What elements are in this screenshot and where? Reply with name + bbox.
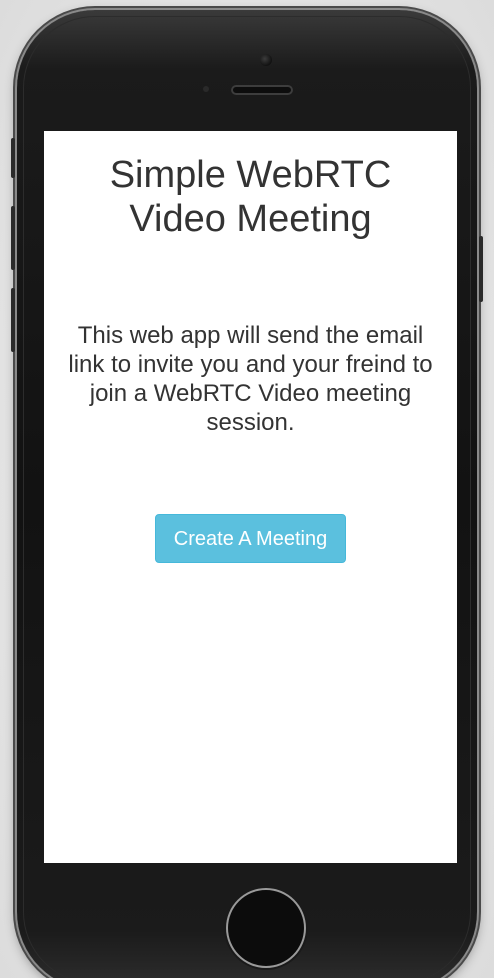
create-meeting-button[interactable]: Create A Meeting [154,514,347,563]
front-camera-icon [260,54,272,66]
page-description: This web app will send the email link to… [68,322,433,436]
background: Simple WebRTC Video Meeting This web app… [0,0,494,978]
volume-down-button [11,288,15,352]
home-button-icon[interactable] [228,890,304,966]
earpiece-speaker-icon [231,85,293,95]
proximity-sensor-icon [203,86,209,92]
volume-up-button [11,206,15,270]
power-button [479,236,483,302]
page-title: Simple WebRTC Video Meeting [109,154,392,240]
app-screen: Simple WebRTC Video Meeting This web app… [44,131,457,863]
mute-switch [11,138,15,178]
